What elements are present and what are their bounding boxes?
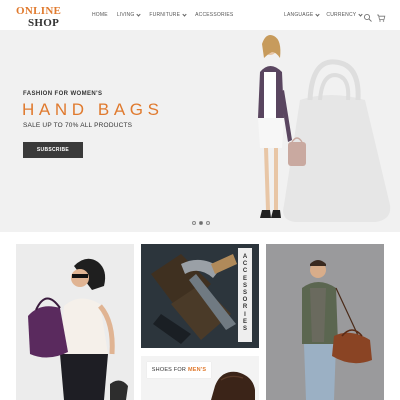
accessories-letter: O (242, 297, 248, 304)
chevron-down-icon (315, 11, 321, 17)
nav-label: LIVING (116, 12, 135, 18)
accessories-letter: E (242, 318, 247, 325)
shoes-label: SHOES FOR MEN'S (147, 362, 211, 378)
nav-label: HOME (92, 12, 108, 18)
slider-dot[interactable] (192, 221, 196, 225)
logo-line-1: ONLINE (16, 5, 62, 17)
accessories-letter: E (242, 275, 247, 282)
nav-item-furniture[interactable]: FURNITURE (149, 11, 187, 18)
accessories-letter: I (244, 311, 246, 318)
logo-line-2: SHOP (28, 17, 60, 29)
nav-label: LANGUAGE (284, 12, 314, 18)
chevron-down-icon (182, 11, 187, 17)
hero-title: HAND BAGS (22, 100, 164, 119)
accessories-letter: C (242, 261, 248, 268)
promo-image-woman (16, 244, 134, 400)
accessories-letter: S (242, 282, 247, 289)
slider-dot[interactable] (206, 221, 210, 225)
accessories-letter: S (242, 290, 247, 297)
logo[interactable]: ONLINE SHOP (16, 6, 76, 29)
accessories-letter: C (242, 268, 248, 275)
slider-dots (192, 221, 210, 225)
cart-icon[interactable] (376, 10, 386, 22)
nav-item-home[interactable]: HOME (92, 12, 108, 18)
chevron-down-icon (136, 11, 142, 17)
shoes-label-highlight: MEN'S (188, 367, 207, 373)
nav-label: FURNITURE (149, 12, 181, 18)
promo-image-man (266, 244, 384, 400)
hero-image (258, 35, 391, 222)
main-nav: HOME LIVING FURNITURE ACCESSORIES (92, 11, 233, 18)
promo-tile-handbags[interactable] (16, 244, 134, 400)
hero-banner: FASHION FOR WOMEN'S HAND BAGS SALE UP TO… (0, 30, 400, 232)
hero-kicker: FASHION FOR WOMEN'S (23, 91, 103, 97)
nav-label: ACCESSORIES (195, 12, 234, 18)
search-icon[interactable] (363, 10, 373, 22)
accessories-letter: S (242, 326, 247, 333)
slider-dot-active[interactable] (199, 221, 203, 225)
language-dropdown[interactable]: LANGUAGE (284, 11, 321, 18)
currency-dropdown[interactable]: CURRENCY (326, 11, 363, 18)
promo-tile-mens-bags[interactable] (266, 244, 384, 400)
nav-item-accessories[interactable]: ACCESSORIES (195, 12, 233, 18)
accessories-letter: R (242, 304, 248, 311)
site-header: ONLINE SHOP HOME LIVING FURNITURE ACCESS… (0, 0, 400, 30)
nav-label: CURRENCY (326, 12, 357, 18)
nav-item-living[interactable]: LIVING (116, 11, 142, 18)
utility-nav: LANGUAGE CURRENCY (284, 11, 363, 18)
accessories-label: ACCESSORIES (238, 248, 252, 342)
shoes-label-text: SHOES FOR (151, 367, 186, 373)
hero-subtitle: SALE UP TO 70% ALL PRODUCTS (23, 122, 133, 129)
accessories-vertical-text: ACCESSORIES (238, 254, 252, 332)
accessories-letter: A (242, 254, 248, 260)
subscribe-button[interactable]: SUBSCRIBE (23, 142, 83, 158)
